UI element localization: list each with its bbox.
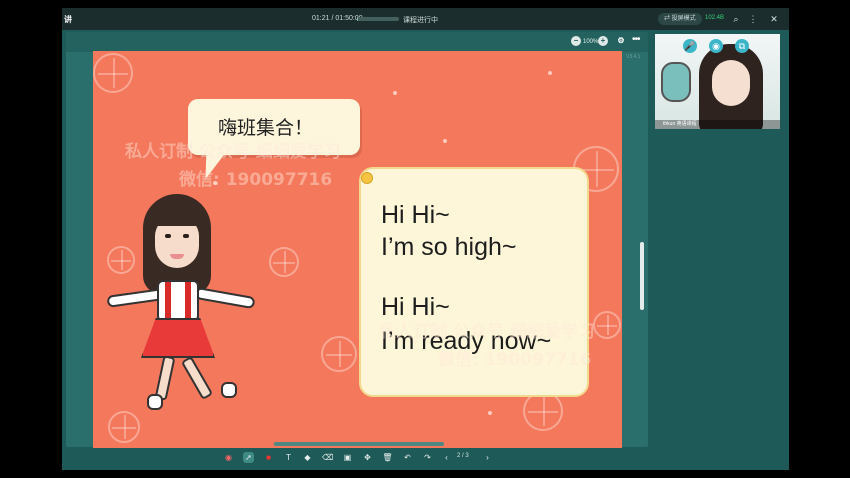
signal-indicator: 102.4B [705,15,725,21]
video-name-label: thkuo 英语课程 [655,120,780,129]
vertical-scrollbar[interactable] [640,242,644,310]
shape-tool-icon[interactable]: ◆ [302,452,313,463]
class-status: 课程进行中 [403,17,438,24]
zoom-icon[interactable]: ⌕ [729,12,743,26]
citrus-deco [321,336,357,372]
settings-icon[interactable]: ⚙ [616,36,626,46]
lyric-line: Hi Hi~ [381,201,450,229]
screen-mode-button[interactable]: ⇄ 投屏模式 [658,13,702,25]
redo-icon[interactable]: ↷ [422,452,433,463]
slide-panel: − 100% + ⚙ ••• V3.4.1 嗨班集合！ 私人订制 公众号 细细爱… [66,32,648,448]
teacher-face [712,60,750,106]
drawing-toolbar: ◉ ➚ ■ T ◆ ⌫ ▣ ✥ 🗑 ↶ ↷ ‹ 2 / 3 › [212,449,502,466]
cursor-icon[interactable]: ➚ [243,452,254,463]
lyric-line: I’m so high~ [381,233,517,261]
citrus-deco [269,247,299,277]
watermark-text: 私人订制 公众号 细细爱学习 [379,322,595,342]
screen-mode-label: 投屏模式 [671,16,696,22]
dot-deco [488,411,492,415]
cartoon-girl-illustration [103,194,263,424]
prev-page-icon[interactable]: ‹ [441,452,452,463]
watermark-text: 私人订制 公众号 细细爱学习 [125,142,341,162]
slide-toolbar: − 100% + ⚙ ••• [66,32,648,52]
image-tool-icon[interactable]: ▣ [342,452,353,463]
citrus-deco [593,311,621,339]
citrus-deco [93,53,133,93]
class-progress-bar [357,17,399,21]
more-vertical-icon[interactable]: ⋮ [746,12,760,26]
dot-deco [443,139,447,143]
more-options-icon[interactable]: ••• [632,34,640,45]
next-page-icon[interactable]: › [482,452,493,463]
title-bar: 讲 01:21 / 01:50:00 课程进行中 ⇄ 投屏模式 102.4B ⌕… [62,8,789,30]
camera-icon[interactable]: ◉ [709,39,723,53]
classroom-app-window: 讲 01:21 / 01:50:00 课程进行中 ⇄ 投屏模式 102.4B ⌕… [62,8,789,470]
microphone-icon[interactable]: 🎤 [683,39,697,53]
class-time: 01:21 / 01:50:00 [312,15,363,22]
screen-share-icon[interactable]: ⧉ [735,39,749,53]
citrus-deco [523,391,563,431]
move-tool-icon[interactable]: ✥ [362,452,373,463]
text-tool-icon[interactable]: T [283,452,294,463]
undo-icon[interactable]: ↶ [402,452,413,463]
page-indicator: 2 / 3 [457,453,469,459]
color-swatch-icon[interactable]: ■ [263,452,274,463]
watermark-text: 微信: 190097716 [179,170,333,190]
delete-icon[interactable]: 🗑 [382,452,393,463]
slide-canvas: 嗨班集合！ 私人订制 公众号 细细爱学习 微信: 190097716 Hi Hi… [93,51,622,448]
horizontal-scrollbar[interactable] [274,442,444,446]
zoom-out-button[interactable]: − [571,36,581,46]
toy-robot [661,62,691,102]
version-label: V3.4.1 [626,54,641,60]
speech-text: 嗨班集合！ [218,117,314,139]
pin-icon [361,172,373,184]
eraser-icon[interactable]: ⌫ [322,452,333,463]
class-progress-fill [357,17,358,21]
dot-deco [393,91,397,95]
zoom-level: 100% [583,39,599,45]
close-icon[interactable]: ✕ [767,12,781,26]
app-title: 讲 [64,15,72,24]
video-controls: 🎤 ◉ ⧉ [683,39,753,55]
watermark-text: 微信: 190097716 [438,350,592,370]
dot-deco [548,71,552,75]
zoom-in-button[interactable]: + [598,36,608,46]
record-icon[interactable]: ◉ [223,452,234,463]
